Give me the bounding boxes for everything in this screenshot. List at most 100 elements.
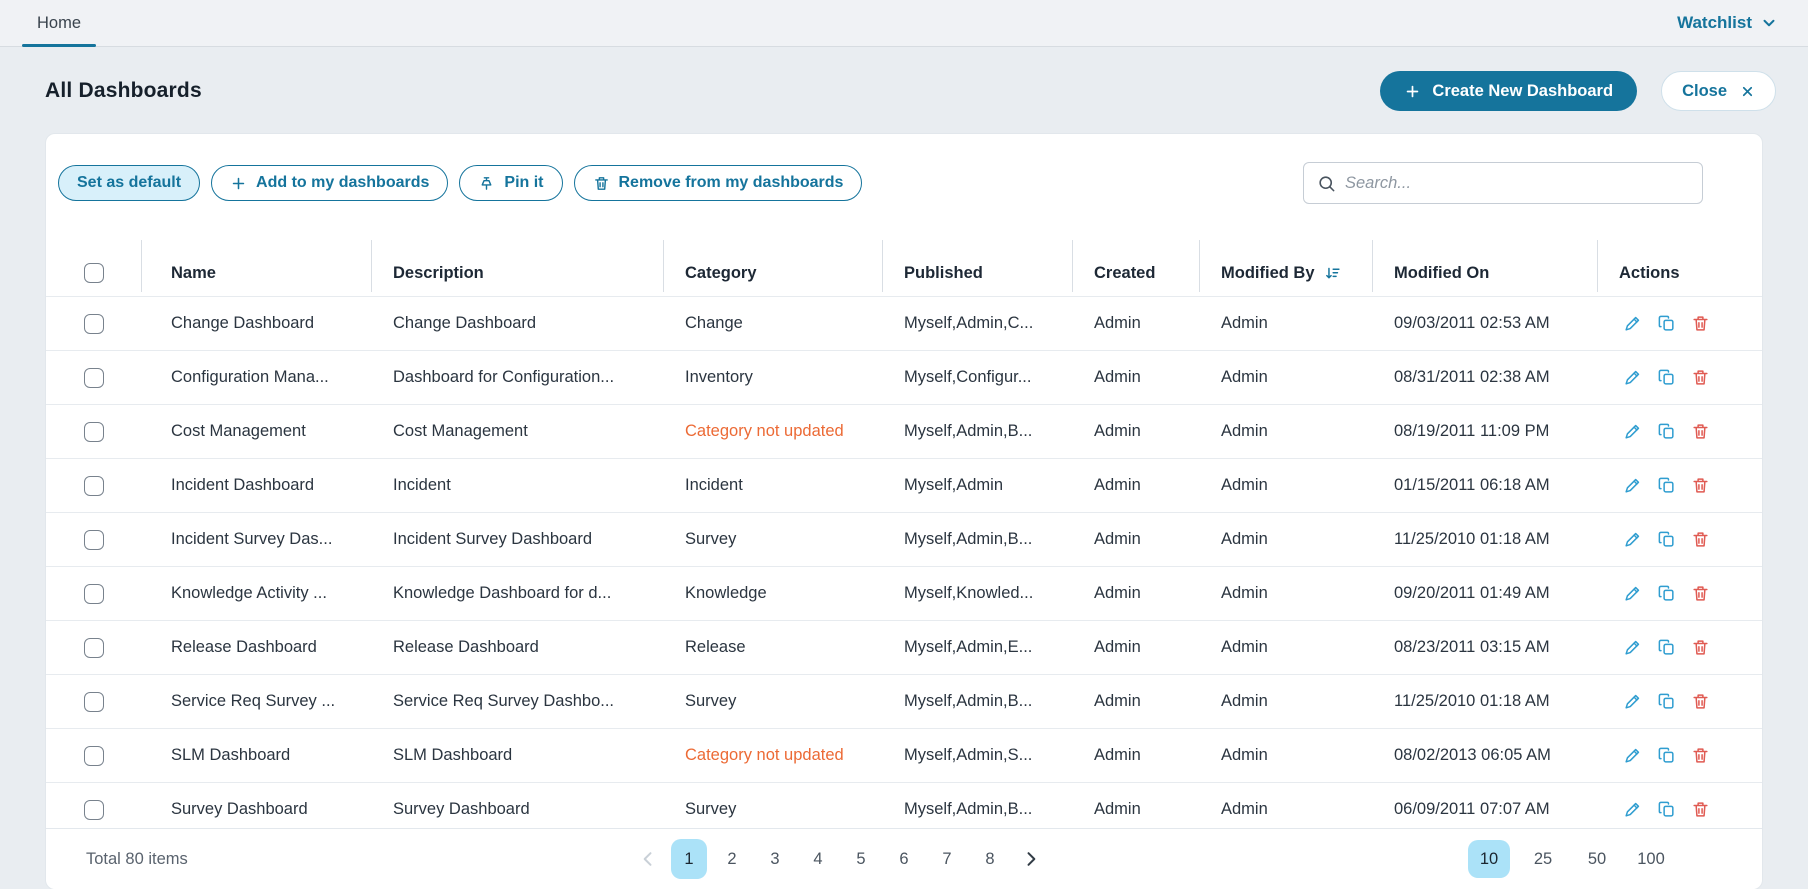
page-button-7[interactable]: 7 — [929, 839, 965, 879]
row-actions — [1597, 314, 1763, 333]
edit-icon[interactable] — [1623, 692, 1642, 711]
copy-icon[interactable] — [1657, 746, 1676, 765]
page-button-1[interactable]: 1 — [671, 839, 707, 879]
delete-icon[interactable] — [1691, 584, 1710, 603]
remove-from-my-dashboards-button[interactable]: Remove from my dashboards — [574, 165, 863, 201]
row-published: Myself,Configur... — [882, 368, 1072, 387]
watchlist-dropdown[interactable]: Watchlist — [1677, 0, 1778, 46]
row-published: Myself,Admin — [882, 476, 1072, 495]
page-size-button-25[interactable]: 25 — [1522, 840, 1564, 878]
row-checkbox[interactable] — [84, 746, 104, 766]
row-name[interactable]: Survey Dashboard — [141, 800, 371, 819]
row-checkbox[interactable] — [84, 638, 104, 658]
column-header-published[interactable]: Published — [882, 250, 1072, 296]
row-name[interactable]: SLM Dashboard — [141, 746, 371, 765]
row-name[interactable]: Cost Management — [141, 422, 371, 441]
pin-it-label: Pin it — [504, 174, 543, 192]
delete-icon[interactable] — [1691, 746, 1710, 765]
page-button-2[interactable]: 2 — [714, 839, 750, 879]
copy-icon[interactable] — [1657, 638, 1676, 657]
row-modified-by: Admin — [1199, 368, 1372, 387]
row-created: Admin — [1072, 638, 1199, 657]
column-header-name-label: Name — [171, 264, 216, 283]
page-button-8[interactable]: 8 — [972, 839, 1008, 879]
row-name[interactable]: Change Dashboard — [141, 314, 371, 333]
row-description: Cost Management — [371, 422, 663, 441]
row-name[interactable]: Incident Survey Das... — [141, 530, 371, 549]
page-button-4[interactable]: 4 — [800, 839, 836, 879]
set-as-default-button[interactable]: Set as default — [58, 165, 200, 201]
pagination-prev-button[interactable] — [632, 849, 664, 869]
edit-icon[interactable] — [1623, 800, 1642, 819]
row-checkbox-cell — [46, 584, 141, 604]
edit-icon[interactable] — [1623, 530, 1642, 549]
column-header-created[interactable]: Created — [1072, 250, 1199, 296]
row-checkbox[interactable] — [84, 800, 104, 820]
column-header-published-label: Published — [904, 264, 983, 283]
delete-icon[interactable] — [1691, 800, 1710, 819]
row-category: Category not updated — [663, 422, 882, 441]
column-header-category[interactable]: Category — [663, 250, 882, 296]
copy-icon[interactable] — [1657, 530, 1676, 549]
delete-icon[interactable] — [1691, 476, 1710, 495]
row-modified-on: 08/02/2013 06:05 AM — [1372, 746, 1597, 765]
column-header-description[interactable]: Description — [371, 250, 663, 296]
row-checkbox[interactable] — [84, 314, 104, 334]
copy-icon[interactable] — [1657, 314, 1676, 333]
row-checkbox[interactable] — [84, 368, 104, 388]
edit-icon[interactable] — [1623, 368, 1642, 387]
edit-icon[interactable] — [1623, 584, 1642, 603]
delete-icon[interactable] — [1691, 314, 1710, 333]
row-checkbox[interactable] — [84, 530, 104, 550]
sort-descending-icon[interactable] — [1324, 265, 1341, 282]
copy-icon[interactable] — [1657, 584, 1676, 603]
delete-icon[interactable] — [1691, 422, 1710, 441]
page-button-3[interactable]: 3 — [757, 839, 793, 879]
page-size-button-10[interactable]: 10 — [1468, 840, 1510, 878]
row-created: Admin — [1072, 800, 1199, 819]
search-input[interactable] — [1345, 174, 1689, 193]
edit-icon[interactable] — [1623, 476, 1642, 495]
close-button[interactable]: Close — [1661, 71, 1776, 111]
row-modified-on: 01/15/2011 06:18 AM — [1372, 476, 1597, 495]
row-checkbox-cell — [46, 800, 141, 820]
copy-icon[interactable] — [1657, 476, 1676, 495]
row-actions — [1597, 530, 1763, 549]
copy-icon[interactable] — [1657, 422, 1676, 441]
row-name[interactable]: Release Dashboard — [141, 638, 371, 657]
copy-icon[interactable] — [1657, 800, 1676, 819]
row-checkbox[interactable] — [84, 584, 104, 604]
row-checkbox[interactable] — [84, 692, 104, 712]
copy-icon[interactable] — [1657, 692, 1676, 711]
delete-icon[interactable] — [1691, 368, 1710, 387]
add-to-my-dashboards-button[interactable]: Add to my dashboards — [211, 165, 448, 201]
row-created: Admin — [1072, 746, 1199, 765]
edit-icon[interactable] — [1623, 638, 1642, 657]
column-header-modified-on[interactable]: Modified On — [1372, 250, 1597, 296]
delete-icon[interactable] — [1691, 638, 1710, 657]
tab-home[interactable]: Home — [22, 0, 96, 46]
edit-icon[interactable] — [1623, 422, 1642, 441]
page-button-6[interactable]: 6 — [886, 839, 922, 879]
chevron-down-icon — [1760, 14, 1778, 32]
row-checkbox[interactable] — [84, 476, 104, 496]
row-name[interactable]: Configuration Mana... — [141, 368, 371, 387]
row-name[interactable]: Knowledge Activity ... — [141, 584, 371, 603]
edit-icon[interactable] — [1623, 314, 1642, 333]
pin-it-button[interactable]: Pin it — [459, 165, 562, 201]
edit-icon[interactable] — [1623, 746, 1642, 765]
create-new-dashboard-button[interactable]: Create New Dashboard — [1380, 71, 1637, 111]
pagination-next-button[interactable] — [1015, 849, 1047, 869]
page-size-button-100[interactable]: 100 — [1630, 840, 1672, 878]
copy-icon[interactable] — [1657, 368, 1676, 387]
page-button-5[interactable]: 5 — [843, 839, 879, 879]
row-checkbox[interactable] — [84, 422, 104, 442]
delete-icon[interactable] — [1691, 692, 1710, 711]
column-header-name[interactable]: Name — [141, 250, 371, 296]
delete-icon[interactable] — [1691, 530, 1710, 549]
row-name[interactable]: Incident Dashboard — [141, 476, 371, 495]
select-all-checkbox[interactable] — [84, 263, 104, 283]
row-name[interactable]: Service Req Survey ... — [141, 692, 371, 711]
column-header-modified-by[interactable]: Modified By — [1199, 250, 1372, 296]
page-size-button-50[interactable]: 50 — [1576, 840, 1618, 878]
